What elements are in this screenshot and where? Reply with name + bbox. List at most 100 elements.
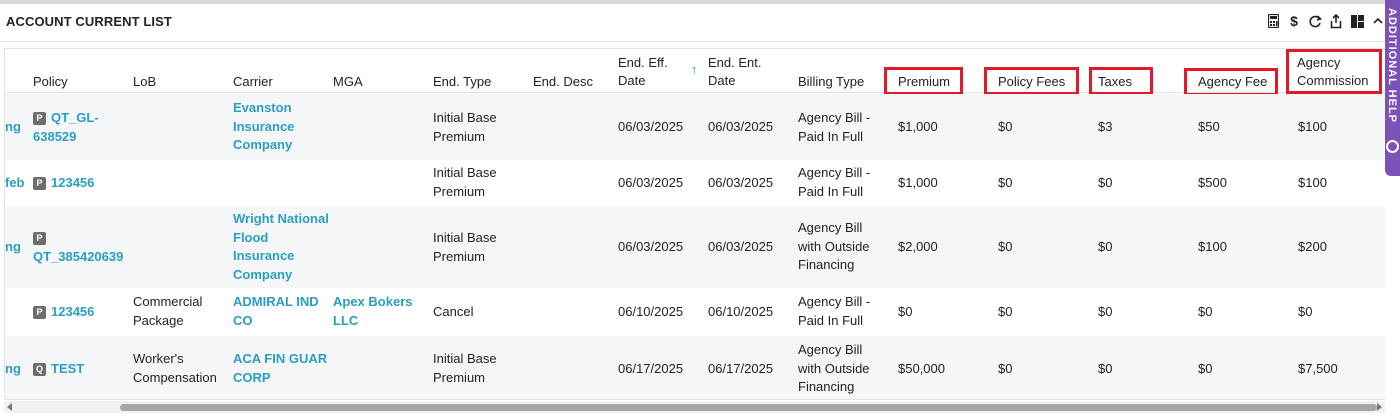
agency-fee-cell: $500 bbox=[1198, 175, 1227, 190]
policy-cell: P 123456 bbox=[33, 303, 123, 322]
header-toolbar: $ bbox=[1266, 13, 1385, 29]
billing-type-cell: Agency Bill - Paid In Full bbox=[798, 294, 871, 328]
premium-cell: $2,000 bbox=[898, 239, 938, 254]
agency-fee-cell: $100 bbox=[1198, 239, 1227, 254]
premium-cell: $1,000 bbox=[898, 175, 938, 190]
policy-cell: P QT_GL-638529 bbox=[33, 109, 113, 146]
carrier-link[interactable]: Wright National Flood Insurance Company bbox=[233, 210, 331, 284]
panel-title: ACCOUNT CURRENT LIST bbox=[6, 14, 172, 29]
agency-commission-cell: $0 bbox=[1298, 304, 1313, 319]
row-left-fragment[interactable]: ng bbox=[5, 238, 21, 257]
export-icon[interactable] bbox=[1329, 13, 1343, 29]
row-left-fragment[interactable]: feb bbox=[5, 174, 25, 193]
billing-type-cell: Agency Bill with Outside Financing bbox=[798, 220, 870, 272]
end-type-cell: Initial Base Premium bbox=[433, 165, 497, 199]
col-header-end-eff-date[interactable]: End. Eff. Date bbox=[618, 54, 688, 90]
col-header-end-ent-date[interactable]: End. Ent. Date bbox=[708, 54, 778, 90]
taxes-cell: $0 bbox=[1098, 304, 1113, 319]
row-left-fragment[interactable]: ng bbox=[5, 118, 21, 137]
policy-link[interactable]: TEST bbox=[51, 361, 84, 376]
row-left-fragment[interactable]: ng bbox=[5, 360, 21, 379]
billing-type-cell: Agency Bill - Paid In Full bbox=[798, 165, 871, 199]
policy-fees-cell: $0 bbox=[998, 175, 1013, 190]
end-eff-date-cell: 06/03/2025 bbox=[618, 119, 684, 134]
additional-help-tab[interactable]: ADDITIONAL HELP bbox=[1385, 0, 1400, 176]
table-row[interactable]: ng P QT_385420639 Wright National Flood I… bbox=[5, 206, 1385, 288]
end-eff-date-cell: 06/03/2025 bbox=[618, 175, 684, 190]
end-eff-date-cell: 06/03/2025 bbox=[618, 239, 684, 254]
help-icon bbox=[1386, 140, 1399, 153]
agency-fee-cell: $0 bbox=[1198, 304, 1213, 319]
col-header-agency-fee[interactable]: Agency Fee bbox=[1198, 73, 1267, 91]
policy-badge-icon: P bbox=[33, 306, 46, 319]
lob-cell: Commercial Package bbox=[133, 294, 203, 328]
policy-cell: P 123456 bbox=[33, 174, 123, 193]
end-type-cell: Cancel bbox=[433, 304, 474, 319]
taxes-cell: $3 bbox=[1098, 119, 1113, 134]
account-current-grid: Policy LoB Carrier MGA End. Type End. De… bbox=[4, 48, 1385, 400]
agency-fee-cell: $50 bbox=[1198, 119, 1220, 134]
chevron-up-icon[interactable] bbox=[1371, 13, 1385, 29]
mga-link[interactable]: Apex Bokers LLC bbox=[333, 293, 423, 330]
carrier-link[interactable]: ACA FIN GUAR CORP bbox=[233, 350, 328, 387]
premium-cell: $0 bbox=[898, 304, 913, 319]
policy-link[interactable]: 123456 bbox=[51, 175, 94, 190]
table-row[interactable]: ng Q TEST Worker's Compensation ACA FIN G… bbox=[5, 336, 1385, 399]
policy-cell: P QT_385420639 bbox=[33, 229, 128, 266]
col-header-mga[interactable]: MGA bbox=[333, 73, 363, 91]
end-type-cell: Initial Base Premium bbox=[433, 110, 497, 144]
policy-link[interactable]: 123456 bbox=[51, 304, 94, 319]
carrier-link[interactable]: ADMIRAL IND CO bbox=[233, 293, 328, 330]
agency-commission-cell: $100 bbox=[1298, 175, 1327, 190]
dollar-icon[interactable]: $ bbox=[1287, 13, 1301, 29]
calculator-icon[interactable] bbox=[1266, 13, 1280, 29]
layout-icon[interactable] bbox=[1350, 13, 1364, 29]
premium-cell: $1,000 bbox=[898, 119, 938, 134]
grid-header: Policy LoB Carrier MGA End. Type End. De… bbox=[5, 49, 1385, 96]
agency-commission-cell: $7,500 bbox=[1298, 361, 1338, 376]
scroll-left-arrow-icon[interactable] bbox=[7, 403, 12, 411]
policy-badge-icon: P bbox=[33, 177, 46, 190]
policy-link[interactable]: QT_385420639 bbox=[33, 249, 123, 264]
col-header-end-type[interactable]: End. Type bbox=[433, 73, 491, 91]
col-header-lob[interactable]: LoB bbox=[133, 73, 156, 91]
sort-ascending-icon[interactable]: ↑ bbox=[691, 62, 698, 77]
taxes-cell: $0 bbox=[1098, 239, 1113, 254]
refresh-icon[interactable] bbox=[1308, 13, 1322, 29]
panel-header: ACCOUNT CURRENT LIST $ bbox=[0, 4, 1385, 42]
end-ent-date-cell: 06/03/2025 bbox=[708, 239, 774, 254]
table-row[interactable]: P 123456 Commercial Package ADMIRAL IND C… bbox=[5, 288, 1385, 336]
col-header-agency-commission[interactable]: Agency Commission bbox=[1297, 54, 1377, 90]
taxes-cell: $0 bbox=[1098, 361, 1113, 376]
table-row[interactable]: feb P 123456 Initial Base Premium 06/03/2… bbox=[5, 160, 1385, 206]
col-header-carrier[interactable]: Carrier bbox=[233, 73, 273, 91]
end-ent-date-cell: 06/10/2025 bbox=[708, 304, 774, 319]
end-eff-date-cell: 06/17/2025 bbox=[618, 361, 684, 376]
scroll-right-arrow-icon[interactable] bbox=[1377, 403, 1382, 411]
taxes-cell: $0 bbox=[1098, 175, 1113, 190]
billing-type-cell: Agency Bill - Paid In Full bbox=[798, 110, 871, 144]
col-header-policy-fees[interactable]: Policy Fees bbox=[998, 73, 1065, 91]
carrier-link[interactable]: Evanston Insurance Company bbox=[233, 99, 328, 155]
horizontal-scrollbar[interactable] bbox=[4, 401, 1385, 413]
col-header-policy[interactable]: Policy bbox=[33, 73, 68, 91]
policy-badge-icon: Q bbox=[33, 363, 46, 376]
agency-commission-cell: $200 bbox=[1298, 239, 1327, 254]
col-header-premium[interactable]: Premium bbox=[898, 73, 950, 91]
policy-cell: Q TEST bbox=[33, 360, 123, 379]
end-ent-date-cell: 06/03/2025 bbox=[708, 119, 774, 134]
policy-fees-cell: $0 bbox=[998, 361, 1013, 376]
col-header-billing-type[interactable]: Billing Type bbox=[798, 73, 864, 91]
policy-badge-icon: P bbox=[33, 232, 46, 245]
end-ent-date-cell: 06/03/2025 bbox=[708, 175, 774, 190]
lob-cell: Worker's Compensation bbox=[133, 351, 217, 385]
table-row[interactable]: ng P QT_GL-638529 Evanston Insurance Comp… bbox=[5, 94, 1385, 160]
agency-commission-cell: $100 bbox=[1298, 119, 1327, 134]
side-tab-label: ADDITIONAL HELP bbox=[1386, 8, 1398, 124]
col-header-end-desc[interactable]: End. Desc bbox=[533, 73, 593, 91]
col-header-taxes[interactable]: Taxes bbox=[1098, 73, 1132, 91]
agency-fee-cell: $0 bbox=[1198, 361, 1213, 376]
end-eff-date-cell: 06/10/2025 bbox=[618, 304, 684, 319]
end-type-cell: Initial Base Premium bbox=[433, 351, 497, 385]
scrollbar-thumb[interactable] bbox=[120, 404, 1377, 411]
